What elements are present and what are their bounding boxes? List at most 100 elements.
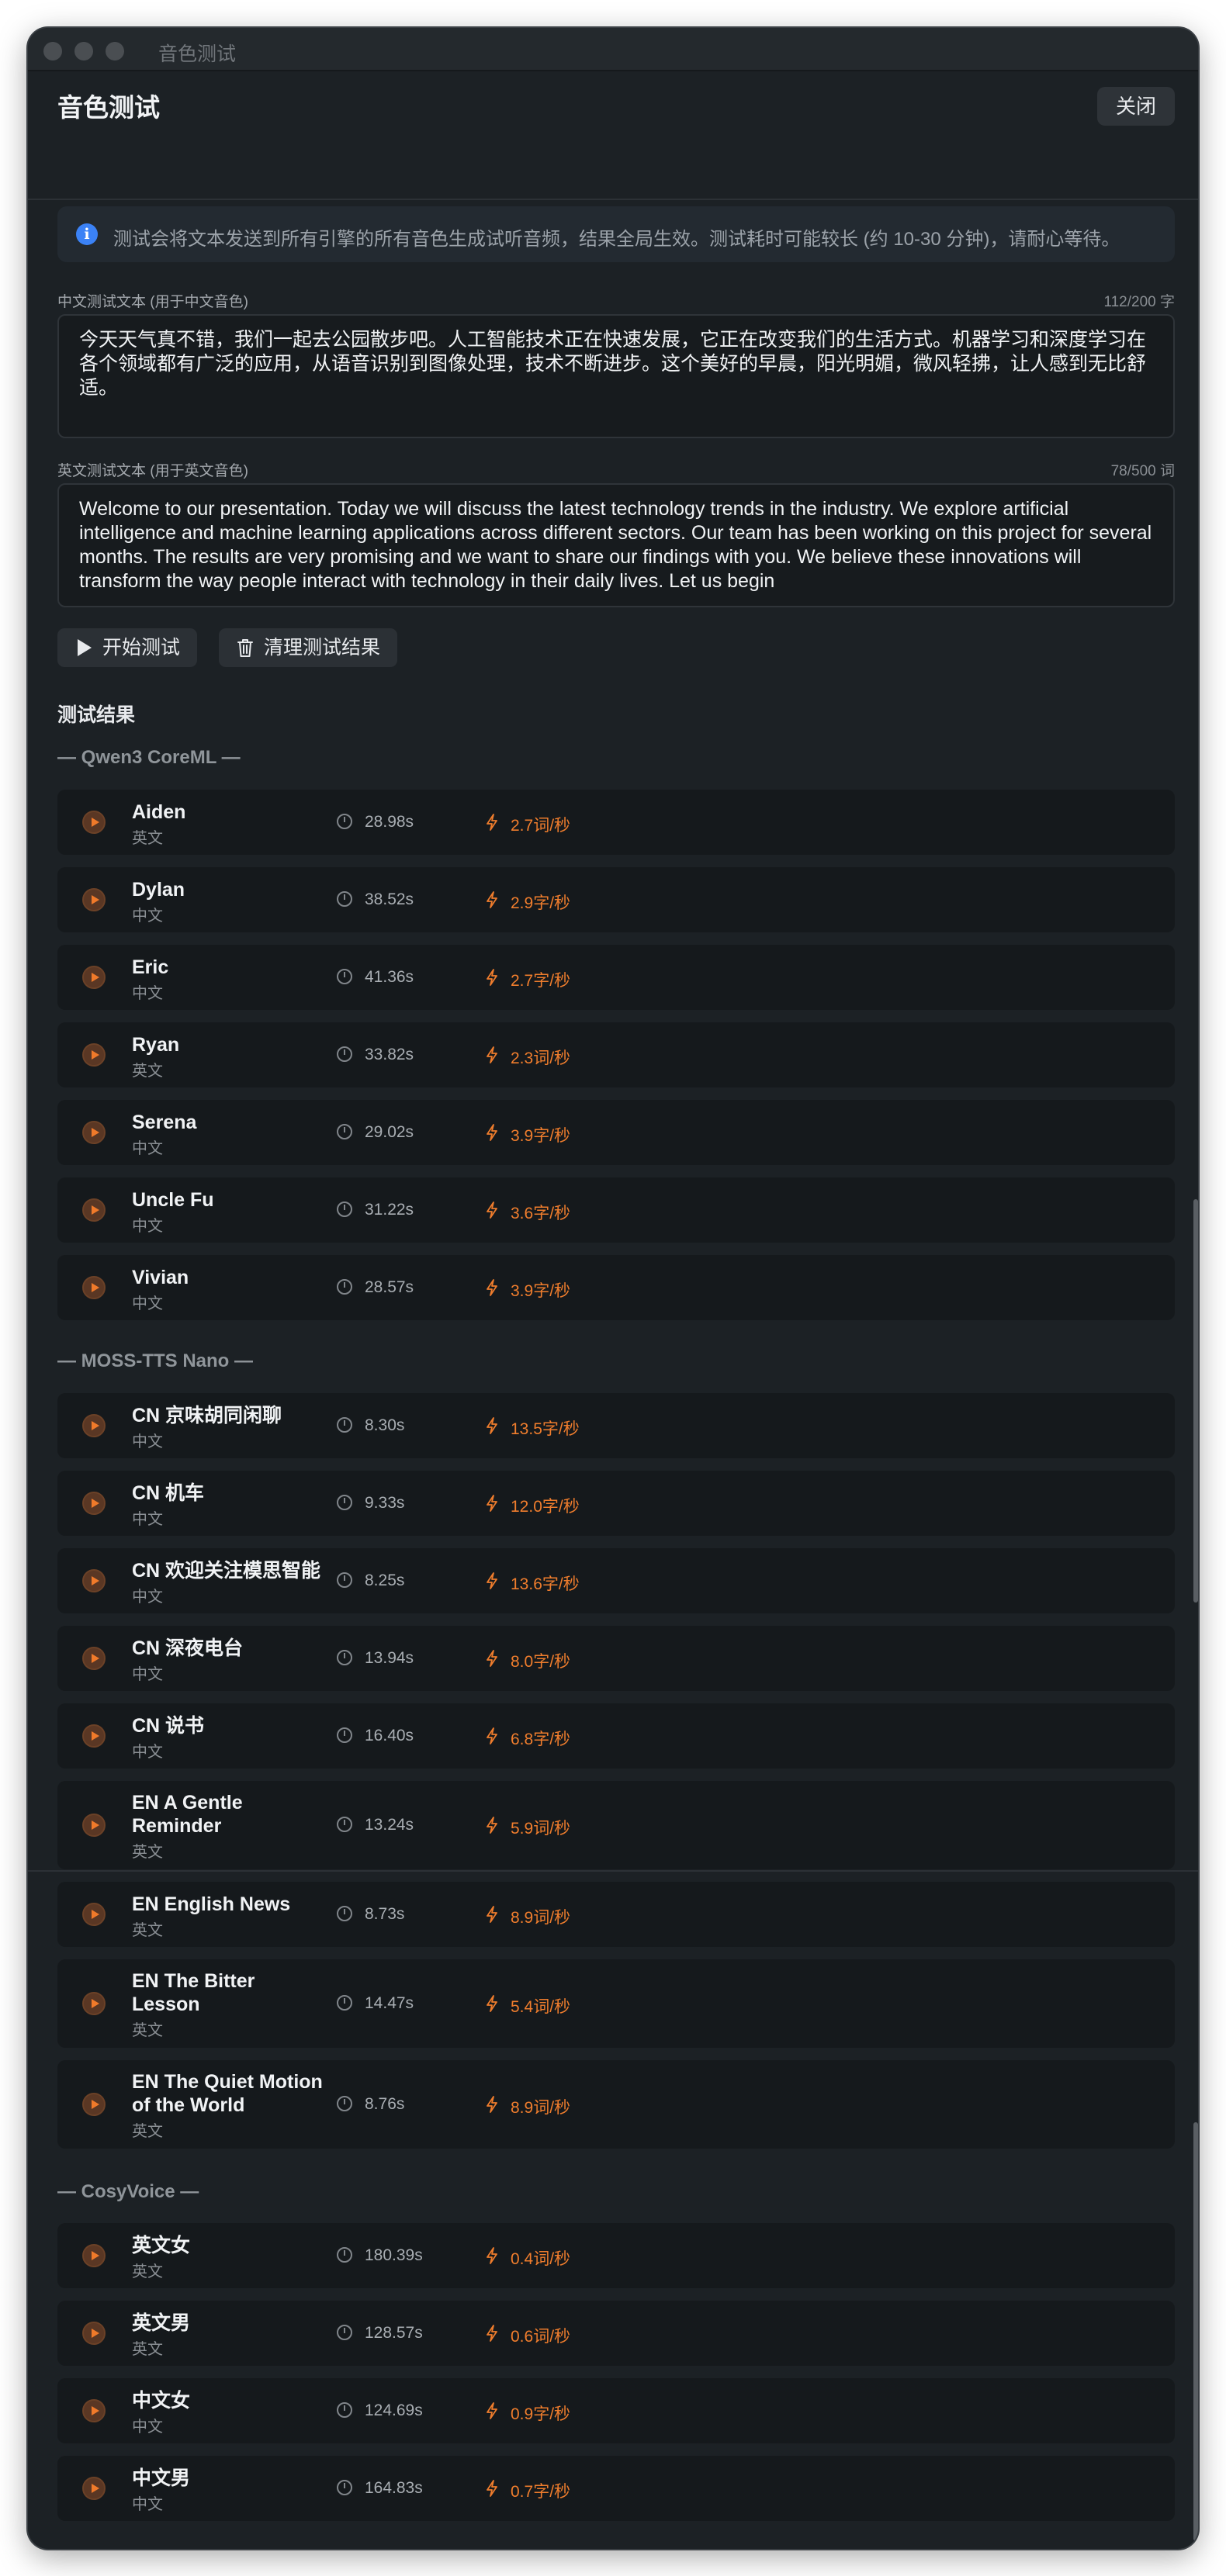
duration-value: 180.39s [365, 2246, 423, 2264]
play-preview-button[interactable] [82, 1724, 106, 1748]
start-test-button[interactable]: 开始测试 [57, 628, 198, 667]
voice-name: CN 京味胡同闲聊 [132, 1405, 282, 1426]
duration-value: 9.33s [365, 1494, 405, 1512]
lightning-icon [487, 1046, 497, 1063]
duration-value: 128.57s [365, 2324, 423, 2342]
duration-value: 41.36s [365, 968, 414, 986]
trash-icon [237, 639, 253, 657]
play-preview-button[interactable] [82, 811, 106, 834]
zh-text-input[interactable]: 今天天气真不错，我们一起去公园散步吧。人工智能技术正在快速发展，它正在改变我们的… [57, 314, 1175, 438]
result-row: Aiden 英文 28.98s 2.7词/秒 [57, 790, 1175, 855]
voice-language: 中文 [132, 985, 163, 1002]
duration-value: 38.52s [365, 890, 414, 908]
play-preview-button[interactable] [82, 2244, 106, 2267]
info-text: 测试会将文本发送到所有引擎的所有音色生成试听音频，结果全局生效。测试耗时可能较长… [113, 229, 1120, 250]
clock-icon [337, 2480, 352, 2495]
clear-results-button[interactable]: 清理测试结果 [219, 628, 398, 667]
play-preview-button[interactable] [82, 1121, 106, 1144]
result-row: Serena 中文 29.02s 3.9字/秒 [57, 1100, 1175, 1165]
play-preview-button[interactable] [82, 1992, 106, 2015]
play-preview-button[interactable] [82, 2399, 106, 2422]
lightning-icon [487, 2325, 497, 2342]
result-row: Vivian 中文 28.57s 3.9字/秒 [57, 1255, 1175, 1320]
scrollbar-thumb-secondary[interactable] [1193, 2122, 1198, 2541]
voice-language: 英文 [132, 830, 163, 847]
voice-name: 英文男 [132, 2312, 191, 2334]
voice-language: 中文 [132, 1433, 163, 1451]
duration-value: 29.02s [365, 1123, 414, 1141]
play-icon [78, 639, 92, 656]
clock-icon [337, 2247, 352, 2263]
result-row: CN 深夜电台 中文 13.94s 8.0字/秒 [57, 1626, 1175, 1691]
voice-language: 中文 [132, 908, 163, 925]
voice-name: EN The Bitter Lesson [132, 1970, 255, 2015]
voice-language: 中文 [132, 1589, 163, 1606]
clock-icon [337, 1572, 352, 1588]
play-preview-button[interactable] [82, 1043, 106, 1067]
result-row: Ryan 英文 33.82s 2.3词/秒 [57, 1022, 1175, 1087]
voice-name: 中文女 [132, 2390, 191, 2412]
lightning-icon [487, 1572, 497, 1589]
close-button[interactable]: 关闭 [1096, 87, 1175, 126]
voice-name: EN A Gentle Reminder [132, 1792, 243, 1837]
lightning-icon [487, 2096, 497, 2113]
lightning-icon [487, 1817, 497, 1834]
play-preview-button[interactable] [82, 1814, 106, 1837]
play-preview-button[interactable] [82, 1569, 106, 1592]
duration-value: 13.24s [365, 1816, 414, 1834]
info-icon: i [76, 223, 98, 245]
voice-name: Vivian [132, 1267, 189, 1288]
speed-value: 5.4词/秒 [511, 1998, 571, 2016]
scrollbar-thumb[interactable] [1193, 1199, 1198, 1603]
result-row: CN 机车 中文 9.33s 12.0字/秒 [57, 1471, 1175, 1536]
play-preview-button[interactable] [82, 1647, 106, 1670]
play-preview-button[interactable] [82, 1414, 106, 1437]
clock-icon [337, 891, 352, 907]
voice-name: CN 欢迎关注模思智能 [132, 1560, 321, 1582]
voice-name: 中文男 [132, 2467, 191, 2489]
minimize-window-button[interactable] [74, 42, 93, 61]
play-preview-button[interactable] [82, 888, 106, 911]
duration-value: 28.57s [365, 1278, 414, 1296]
voice-language: 中文 [132, 2496, 163, 2513]
voice-name: Aiden [132, 801, 186, 823]
lightning-icon [487, 1495, 497, 1512]
play-preview-button[interactable] [82, 2477, 106, 2500]
lightning-icon [487, 2480, 497, 2497]
play-preview-button[interactable] [82, 1198, 106, 1222]
panel-edge [28, 1870, 1198, 1872]
speed-value: 8.9词/秒 [511, 1909, 571, 1927]
play-preview-button[interactable] [82, 966, 106, 989]
play-preview-button[interactable] [82, 1492, 106, 1515]
duration-value: 33.82s [365, 1046, 414, 1063]
page-title: 音色测试 [57, 93, 160, 122]
lightning-icon [487, 814, 497, 831]
play-preview-button[interactable] [82, 1276, 106, 1299]
en-text-input[interactable]: Welcome to our presentation. Today we wi… [57, 483, 1175, 607]
play-preview-button[interactable] [82, 2322, 106, 2345]
lightning-icon [487, 891, 497, 908]
clock-icon [337, 814, 352, 829]
close-window-button[interactable] [43, 42, 62, 61]
result-row: 中文女 中文 124.69s 0.9字/秒 [57, 2378, 1175, 2443]
speed-value: 5.9词/秒 [511, 1820, 571, 1838]
zoom-window-button[interactable] [106, 42, 124, 61]
speed-value: 0.7字/秒 [511, 2483, 571, 2501]
lightning-icon [487, 1995, 497, 2012]
clock-icon [337, 2325, 352, 2340]
app-window: 音色测试 音色测试 关闭 i 测试会将文本发送到所有引擎的所有音色生成试听音频，… [28, 28, 1198, 2549]
voice-name: EN English News [132, 1893, 291, 1915]
speed-value: 0.6词/秒 [511, 2328, 571, 2346]
lightning-icon [487, 1417, 497, 1434]
result-row: 中文男 中文 164.83s 0.7字/秒 [57, 2456, 1175, 2521]
voice-language: 英文 [132, 1063, 163, 1080]
clock-icon [337, 1124, 352, 1139]
play-preview-button[interactable] [82, 2093, 106, 2116]
clock-icon [337, 1417, 352, 1433]
play-preview-button[interactable] [82, 1903, 106, 1926]
speed-value: 8.9词/秒 [511, 2099, 571, 2117]
clock-icon [337, 969, 352, 984]
group-title-moss: — MOSS-TTS Nano — [57, 1350, 253, 1371]
speed-value: 13.6字/秒 [511, 1575, 580, 1593]
duration-value: 8.73s [365, 1905, 405, 1923]
